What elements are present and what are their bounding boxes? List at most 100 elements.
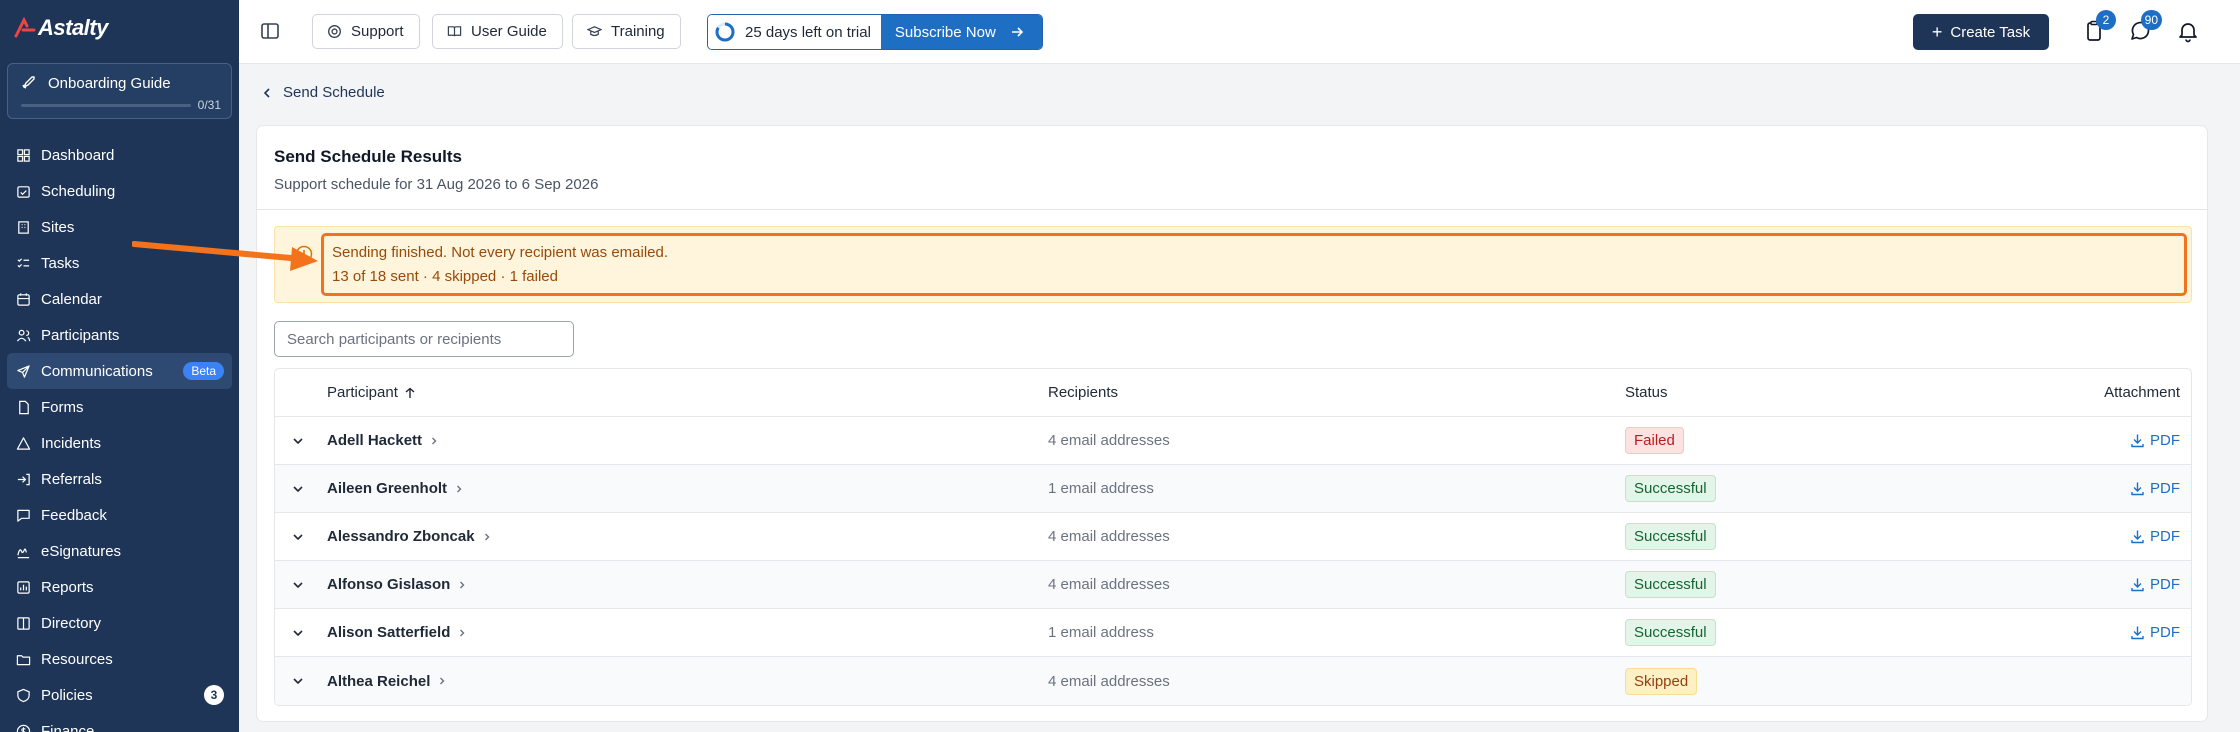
participant-link[interactable]: Alessandro Zboncak xyxy=(327,528,492,545)
calendar-check-icon xyxy=(17,185,30,198)
table-row[interactable]: Alfonso Gislason 4 email addresses Success… xyxy=(275,561,2191,609)
alert-line-counts: 13 of 18 sent · 4 skipped · 1 failed xyxy=(332,268,558,285)
back-link[interactable]: Send Schedule xyxy=(283,84,385,101)
annotation-arrow-icon xyxy=(132,241,318,271)
users-icon xyxy=(16,329,31,342)
count-badge: 3 xyxy=(204,685,224,705)
user-guide-label: User Guide xyxy=(471,23,547,40)
sidebar-item-label: Referrals xyxy=(41,470,102,488)
arrow-right-icon xyxy=(1011,27,1023,37)
list-check-icon xyxy=(17,257,30,268)
search-input[interactable] xyxy=(274,321,574,357)
chevron-down-icon[interactable] xyxy=(290,433,306,449)
tasks-button[interactable]: 2 xyxy=(2082,10,2116,43)
file-icon xyxy=(19,400,29,414)
sidebar-item-label: Finance xyxy=(41,722,95,732)
status-badge: Successful xyxy=(1625,475,1716,502)
sidebar-item-incidents[interactable]: Incidents xyxy=(7,425,232,461)
table-row[interactable]: Alison Satterfield 1 email address Success… xyxy=(275,609,2191,657)
participant-link[interactable]: Aileen Greenholt xyxy=(327,480,464,497)
participant-column-header[interactable]: Participant xyxy=(327,384,416,401)
sidebar-item-communications[interactable]: Communications Beta xyxy=(7,353,232,389)
recipients-count: 1 email address xyxy=(1048,480,1154,497)
logo-text: Astalty xyxy=(38,15,108,40)
participant-link[interactable]: Alison Satterfield xyxy=(327,624,467,641)
rocket-icon xyxy=(22,76,35,89)
create-task-label: Create Task xyxy=(1950,23,2031,41)
sidebar-item-directory[interactable]: Directory xyxy=(7,605,232,641)
sidebar-item-label: eSignatures xyxy=(41,542,122,560)
chevron-right-icon xyxy=(460,581,465,588)
sidebar-item-label: Feedback xyxy=(41,506,107,524)
table-row[interactable]: Adell Hackett 4 email addresses Failed PDF xyxy=(275,417,2191,465)
sidebar-item-scheduling[interactable]: Scheduling xyxy=(7,173,232,209)
sidebar-item-policies[interactable]: Policies 3 xyxy=(7,677,232,713)
user-guide-button[interactable]: User Guide xyxy=(432,14,563,49)
message-square-icon xyxy=(17,509,30,522)
app-logo[interactable]: Astalty xyxy=(14,14,108,42)
notifications-button[interactable] xyxy=(2176,19,2200,43)
sidebar-toggle-icon[interactable] xyxy=(259,20,281,42)
create-task-button[interactable]: + Create Task xyxy=(1913,14,2049,50)
status-badge: Successful xyxy=(1625,571,1716,598)
pdf-download-link[interactable]: PDF xyxy=(2130,528,2180,545)
chevron-down-icon[interactable] xyxy=(290,577,306,593)
trial-text: 25 days left on trial xyxy=(745,23,871,41)
chevron-right-icon xyxy=(440,677,445,685)
chevron-down-icon[interactable] xyxy=(290,529,306,545)
pdf-download-link[interactable]: PDF xyxy=(2130,432,2180,449)
chevron-right-icon xyxy=(432,437,437,444)
sidebar-item-label: Tasks xyxy=(41,254,80,272)
status-badge: Failed xyxy=(1625,427,1684,454)
table-row[interactable]: Aileen Greenholt 1 email address Successfu… xyxy=(275,465,2191,513)
page-title: Send Schedule Results xyxy=(274,147,462,166)
download-icon xyxy=(2131,434,2144,448)
participant-link[interactable]: Alfonso Gislason xyxy=(327,576,467,593)
table-body: Adell Hackett 4 email addresses Failed PDF A… xyxy=(275,417,2191,705)
breadcrumb[interactable]: Send Schedule xyxy=(261,84,385,101)
table-row[interactable]: Alessandro Zboncak 4 email addresses Succe… xyxy=(275,513,2191,561)
sidebar-item-calendar[interactable]: Calendar xyxy=(7,281,232,317)
participant-link[interactable]: Althea Reichel xyxy=(327,673,447,690)
recipients-count: 1 email address xyxy=(1048,624,1154,641)
sidebar-item-esignatures[interactable]: eSignatures xyxy=(7,533,232,569)
status-cell: Skipped xyxy=(1625,667,1698,695)
sidebar-item-referrals[interactable]: Referrals xyxy=(7,461,232,497)
sidebar-item-forms[interactable]: Forms xyxy=(7,389,232,425)
sidebar-item-label: Sites xyxy=(41,218,75,236)
chevron-left-icon xyxy=(263,87,270,98)
sidebar-item-feedback[interactable]: Feedback xyxy=(7,497,232,533)
chevron-down-icon[interactable] xyxy=(290,625,306,641)
card-header: Send Schedule Results Support schedule f… xyxy=(257,126,2207,210)
pdf-download-link[interactable]: PDF xyxy=(2130,576,2180,593)
book-open-icon xyxy=(17,616,30,630)
support-button[interactable]: Support xyxy=(312,14,420,49)
sidebar-item-dashboard[interactable]: Dashboard xyxy=(7,137,232,173)
training-button[interactable]: Training xyxy=(572,14,681,49)
chevron-down-icon[interactable] xyxy=(290,673,306,689)
support-label: Support xyxy=(351,23,404,40)
sort-ascending-icon xyxy=(405,387,415,398)
participant-link[interactable]: Adell Hackett xyxy=(327,432,439,449)
chevron-down-icon[interactable] xyxy=(290,481,306,497)
sidebar-item-finance[interactable]: Finance xyxy=(7,713,232,732)
sidebar-item-participants[interactable]: Participants xyxy=(7,317,232,353)
warning-alert: Sending finished. Not every recipient wa… xyxy=(274,226,2192,303)
sidebar-item-reports[interactable]: Reports xyxy=(7,569,232,605)
status-cell: Failed xyxy=(1625,427,1684,454)
sidebar-item-label: Resources xyxy=(41,650,113,668)
sidebar-item-label: Scheduling xyxy=(41,182,116,200)
top-bar: Support User Guide Training 25 days left… xyxy=(239,0,2240,64)
sidebar-item-label: Dashboard xyxy=(41,146,115,164)
messages-button[interactable]: 90 xyxy=(2128,10,2162,43)
onboarding-count: 0/31 xyxy=(197,98,221,112)
subscribe-button[interactable]: Subscribe Now xyxy=(880,15,1042,49)
table-row[interactable]: Althea Reichel 4 email addresses Skipped xyxy=(275,657,2191,705)
pdf-download-link[interactable]: PDF xyxy=(2130,624,2180,641)
sidebar-item-resources[interactable]: Resources xyxy=(7,641,232,677)
training-label: Training xyxy=(611,23,665,40)
pdf-download-link[interactable]: PDF xyxy=(2130,480,2180,497)
sidebar-item-label: Incidents xyxy=(41,434,102,452)
onboarding-guide[interactable]: Onboarding Guide 0/31 xyxy=(7,63,232,119)
chevron-right-icon xyxy=(457,485,462,492)
